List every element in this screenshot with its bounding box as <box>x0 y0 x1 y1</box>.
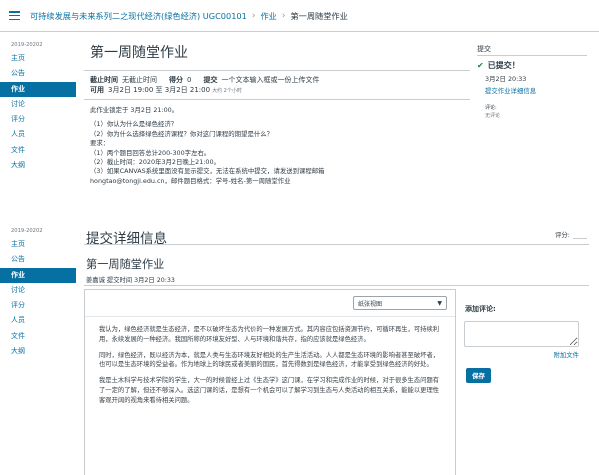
nav-item-assignments[interactable]: 作业 <box>0 267 76 283</box>
nav-item-discussions[interactable]: 讨论 <box>0 97 76 112</box>
submission-paragraph: 我认为，绿色经济就是生态经济，是不以破坏生态为代价的一种发展方式。其内容应包括资… <box>99 326 440 343</box>
add-comment-panel: 添加评论: 附加文件 保存 <box>464 289 589 383</box>
submission-status: ✔ 已提交！ <box>477 60 587 71</box>
grade-label: 评分: <box>555 231 570 239</box>
nav-item-syllabus[interactable]: 大纲 <box>0 344 76 359</box>
details-assignment-title: 第一周随堂作业 <box>86 258 165 271</box>
attach-file-link[interactable]: 附加文件 <box>464 350 579 359</box>
submission-sidebar-title: 提交 <box>477 44 587 56</box>
breadcrumb-assignments-link[interactable]: 作业 <box>260 10 276 22</box>
submission-paragraph: 同时，绿色经济，既以经济为本，就是人类与生态环境友好相处的生产生活活动。人人都是… <box>99 351 440 369</box>
chevron-right-icon: › <box>281 10 286 21</box>
course-nav: 2019-20202 主页 公告 作业 讨论 评分 人员 文件 大纲 <box>0 39 76 173</box>
nav-item-home[interactable]: 主页 <box>0 51 76 66</box>
course-nav-lower: 2019-20202 主页 公告 作业 讨论 评分 人员 文件 大纲 <box>0 225 76 359</box>
comment-textarea[interactable] <box>464 321 579 347</box>
available-value: 3月2日 19:00 至 3月2日 21:00 <box>108 86 211 94</box>
description-line: hongtao@tongji.edu.cn，邮件题目格式：学号-姓名-第一周随堂… <box>90 176 291 185</box>
available-note: 大约 2个小时 <box>212 88 242 94</box>
description-line: （1）你认为什么是绿色经济？ <box>90 120 178 129</box>
nav-item-home[interactable]: 主页 <box>0 237 76 252</box>
term-label: 2019-20202 <box>11 42 43 48</box>
breadcrumb-current: 第一周随堂作业 <box>290 10 348 21</box>
nav-item-grades[interactable]: 评分 <box>0 298 76 313</box>
nav-item-grades[interactable]: 评分 <box>0 112 76 127</box>
comments-label: 评论: <box>485 105 497 111</box>
submission-sidebar: 提交 ✔ 已提交！ 3月2日 20:33 提交作业详细信息 评论: 无评论 <box>477 32 587 119</box>
nav-item-assignments[interactable]: 作业 <box>0 81 76 97</box>
submit-type-value: 一个文本输入框或一份上传文件 <box>221 76 320 84</box>
viewer-toolbar: 纸张视图 ▼ <box>85 290 455 317</box>
due-value: 无截止时间 <box>122 76 157 84</box>
nav-item-discussions[interactable]: 讨论 <box>0 283 76 298</box>
points-label: 得分 <box>169 76 183 84</box>
nav-item-files[interactable]: 文件 <box>0 329 76 344</box>
details-page-title: 提交详细信息 <box>84 225 589 247</box>
description-line: 此作业锁定于 3月2日 21:00。 <box>90 106 179 114</box>
assignment-description: 此作业锁定于 3月2日 21:00。 （1）你认为什么是绿色经济？ （2）你为什… <box>84 100 470 186</box>
caret-down-icon: ▼ <box>437 299 442 307</box>
assignment-meta: 截止时间 无截止时间 得分 0 提交 一个文本输入框或一份上传文件 可用 3月2… <box>84 70 470 100</box>
points-value: 0 <box>187 76 192 84</box>
view-mode-value: 纸张视图 <box>358 300 383 308</box>
nav-item-announcements[interactable]: 公告 <box>0 252 76 267</box>
due-label: 截止时间 <box>90 76 118 84</box>
assignment-content: 第一周随堂作业 截止时间 无截止时间 得分 0 提交 一个文本输入框或一份上传文… <box>84 32 470 186</box>
submission-paragraph: 我是土木科学与技术学院的学生，大一的时候曾经上过《生态学》这门课，在学习和完成作… <box>99 377 440 404</box>
divider <box>84 285 589 286</box>
top-bar: 可持续发展与未来系列二之现代经济(绿色经济) UGC00101 › 作业 › 第… <box>0 0 599 32</box>
description-line: （1）两个题目回答总计200-300字左右。 <box>90 148 211 157</box>
description-line: （2）你为什么选择绿色经济课程？你对这门课程的期望是什么？ <box>90 129 274 138</box>
term-label: 2019-20202 <box>11 228 43 234</box>
nav-item-syllabus[interactable]: 大纲 <box>0 158 76 173</box>
breadcrumb-course-link[interactable]: 可持续发展与未来系列二之现代经济(绿色经济) UGC00101 <box>30 10 247 22</box>
add-comment-label: 添加评论: <box>465 305 496 313</box>
assignment-title: 第一周随堂作业 <box>90 45 188 61</box>
hamburger-menu-icon[interactable] <box>9 11 20 20</box>
description-line: （3）如果CANVAS系统里面没有显示提交，无法在系统中提交，请发送到课程邮箱 <box>90 167 325 176</box>
nav-item-people[interactable]: 人员 <box>0 127 76 142</box>
submission-details: 提交详细信息 评分: 第一周随堂作业 姜嘉诚 提交时间 3月2日 20:33 <box>84 225 589 284</box>
nav-item-announcements[interactable]: 公告 <box>0 66 76 81</box>
save-button[interactable]: 保存 <box>466 368 491 383</box>
document-viewer: 纸张视图 ▼ 我认为，绿色经济就是生态经济，是不以破坏生态为代价的一种发展方式。… <box>84 289 456 475</box>
submission-date: 3月2日 20:33 <box>485 75 527 83</box>
nav-item-files[interactable]: 文件 <box>0 143 76 158</box>
nav-item-people[interactable]: 人员 <box>0 313 76 328</box>
available-label: 可用 <box>90 86 104 94</box>
comments-value: 无评论 <box>485 113 501 119</box>
submission-byline: 姜嘉诚 提交时间 3月2日 20:33 <box>86 277 175 284</box>
submission-status-text: 已提交！ <box>487 61 520 70</box>
submit-type-label: 提交 <box>203 76 218 84</box>
submission-text: 我认为，绿色经济就是生态经济，是不以破坏生态为代价的一种发展方式。其内容应包括资… <box>91 321 450 475</box>
chevron-right-icon: › <box>251 10 256 21</box>
check-icon: ✔ <box>477 61 484 70</box>
grade-field: 评分: <box>555 230 587 239</box>
submission-details-link[interactable]: 提交作业详细信息 <box>477 86 587 95</box>
description-line: 要求： <box>90 139 110 148</box>
view-mode-select[interactable]: 纸张视图 ▼ <box>353 296 447 310</box>
breadcrumb: 可持续发展与未来系列二之现代经济(绿色经济) UGC00101 › 作业 › 第… <box>30 10 348 22</box>
